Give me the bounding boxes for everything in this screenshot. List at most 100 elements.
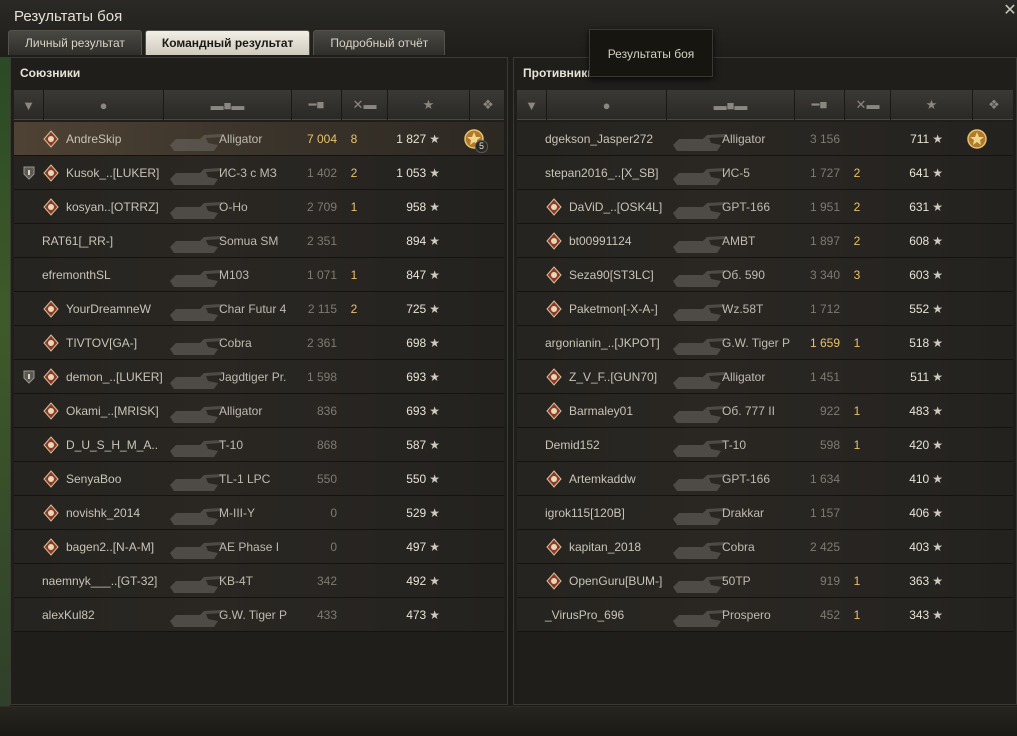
xp-number: 711 xyxy=(910,132,930,146)
star-icon: ★ xyxy=(932,132,943,146)
player-name[interactable]: naemnyk___..[GT-32] xyxy=(42,574,157,588)
player-name[interactable]: TIVTOV[GA-] xyxy=(66,336,137,350)
player-name[interactable]: D_U_S_H_M_A.. xyxy=(66,438,158,452)
player-row[interactable]: efremonthSL M103 1 071 1 847 ★ xyxy=(14,258,504,292)
player-name[interactable]: Okami_..[MRISK] xyxy=(66,404,159,418)
player-row[interactable]: TIVTOV[GA-] Cobra 2 361 698 ★ xyxy=(14,326,504,360)
player-row[interactable]: DaViD_..[OSK4L] GPT-166 1 951 2 631 ★ xyxy=(517,190,1013,224)
player-name[interactable]: kosyan..[OTRRZ] xyxy=(66,200,159,214)
player-name[interactable]: stepan2016_..[X_SB] xyxy=(545,166,658,180)
player-name[interactable]: demon_..[LUKER] xyxy=(66,370,163,384)
player-row[interactable]: Seza90[ST3LC] Об. 590 3 340 3 603 ★ xyxy=(517,258,1013,292)
player-row[interactable]: Barmaley01 Об. 777 II 922 1 483 ★ xyxy=(517,394,1013,428)
player-row[interactable]: _VirusPro_696 Prospero 452 1 343 ★ xyxy=(517,598,1013,632)
tank-icon: ▬■▬ xyxy=(210,97,245,113)
player-row[interactable]: naemnyk___..[GT-32] KB-4T 342 492 ★ xyxy=(14,564,504,598)
player-row[interactable]: SenyaBoo TL-1 LPC 550 550 ★ xyxy=(14,462,504,496)
player-row[interactable]: AndreSkip Alligator 7 004 8 1 827 ★ 5 xyxy=(14,122,504,156)
player-name[interactable]: RAT61[_RR-] xyxy=(42,234,113,248)
player-row[interactable]: Z_V_F..[GUN70] Alligator 1 451 511 ★ xyxy=(517,360,1013,394)
player-row[interactable]: novishk_2014 M-III-Y 0 529 ★ xyxy=(14,496,504,530)
star-icon: ★ xyxy=(429,608,440,622)
player-row[interactable]: kapitan_2018 Cobra 2 425 403 ★ xyxy=(517,530,1013,564)
tank-silhouette-icon xyxy=(166,261,226,289)
xp-number: 1 827 xyxy=(396,132,427,146)
player-row[interactable]: Demid152 T-10 598 1 420 ★ xyxy=(517,428,1013,462)
player-name[interactable]: Paketmon[-X-A-] xyxy=(569,302,658,316)
player-row[interactable]: D_U_S_H_M_A.. T-10 868 587 ★ xyxy=(14,428,504,462)
player-name[interactable]: DaViD_..[OSK4L] xyxy=(569,200,662,214)
xp-column-header[interactable]: ★ xyxy=(388,90,470,120)
damage-value: 1 451 xyxy=(809,370,840,384)
player-row[interactable]: YourDreamneW Char Futur 4 2 115 2 725 ★ xyxy=(14,292,504,326)
player-row[interactable]: bagen2..[N-A-M] AE Phase I 0 497 ★ xyxy=(14,530,504,564)
player-name[interactable]: SenyaBoo xyxy=(66,472,121,486)
player-name[interactable]: dgekson_Jasper272 xyxy=(545,132,653,146)
player-name[interactable]: YourDreamneW xyxy=(66,302,151,316)
player-name[interactable]: igrok115[120B] xyxy=(545,506,625,520)
xp-number: 550 xyxy=(406,472,427,486)
player-name[interactable]: Barmaley01 xyxy=(569,404,633,418)
player-name[interactable]: Artemkaddw xyxy=(569,472,636,486)
star-icon: ★ xyxy=(429,268,440,282)
player-row[interactable]: Paketmon[-X-A-] Wz.58T 1 712 552 ★ xyxy=(517,292,1013,326)
tank-name: Jagdtiger Pr. xyxy=(219,370,287,384)
player-name[interactable]: AndreSkip xyxy=(66,132,121,146)
tank-silhouette-icon xyxy=(669,533,729,561)
player-name[interactable]: bt00991124 xyxy=(569,234,632,248)
close-icon[interactable]: ✕ xyxy=(1003,3,1017,19)
damage-column-header[interactable]: ━■ xyxy=(292,90,342,120)
player-row[interactable]: Kusok_..[LUKER] ИС-3 с МЗ 1 402 2 1 053 ★ xyxy=(14,156,504,190)
damage-value: 3 156 xyxy=(809,132,840,146)
player-name[interactable]: argonianin_..[JKPOT] xyxy=(545,336,660,350)
player-row[interactable]: kosyan..[OTRRZ] O-Ho 2 709 1 958 ★ xyxy=(14,190,504,224)
player-name[interactable]: Kusok_..[LUKER] xyxy=(66,166,159,180)
tab-personal-result[interactable]: Личный результат xyxy=(8,30,142,55)
player-column-header[interactable]: ● xyxy=(44,90,164,120)
player-name[interactable]: OpenGuru[BUM-] xyxy=(569,574,662,588)
clan-emblem-icon xyxy=(545,198,563,216)
player-row[interactable]: Okami_..[MRISK] Alligator 836 693 ★ xyxy=(14,394,504,428)
xp-column-header[interactable]: ★ xyxy=(891,90,973,120)
tab-team-result[interactable]: Командный результат xyxy=(144,30,311,55)
star-icon: ★ xyxy=(932,404,943,418)
rank-column-header[interactable]: ▼ xyxy=(14,90,44,120)
star-icon: ★ xyxy=(932,574,943,588)
player-name[interactable]: kapitan_2018 xyxy=(569,540,641,554)
player-name[interactable]: Demid152 xyxy=(545,438,600,452)
tab-detailed-report[interactable]: Подробный отчёт xyxy=(313,30,446,55)
player-row[interactable]: bt00991124 AMBT 1 897 2 608 ★ xyxy=(517,224,1013,258)
rank-column-header[interactable]: ▼ xyxy=(517,90,547,120)
tank-column-header[interactable]: ▬■▬ xyxy=(164,90,292,120)
medal-icon[interactable]: 5 xyxy=(462,127,488,153)
kills-column-header[interactable]: ✕▬ xyxy=(845,90,891,120)
player-column-header[interactable]: ● xyxy=(547,90,667,120)
clan-emblem-icon xyxy=(545,368,563,386)
kills-column-header[interactable]: ✕▬ xyxy=(342,90,388,120)
player-row[interactable]: demon_..[LUKER] Jagdtiger Pr. 1 598 693 ★ xyxy=(14,360,504,394)
player-row[interactable]: argonianin_..[JKPOT] G.W. Tiger P 1 659 1 51… xyxy=(517,326,1013,360)
player-row[interactable]: dgekson_Jasper272 Alligator 3 156 711 ★ xyxy=(517,122,1013,156)
player-row[interactable]: stepan2016_..[X_SB] ИС-5 1 727 2 641 ★ xyxy=(517,156,1013,190)
player-row[interactable]: RAT61[_RR-] Somua SM 2 351 894 ★ xyxy=(14,224,504,258)
player-name[interactable]: _VirusPro_696 xyxy=(545,608,624,622)
bottom-bar xyxy=(0,706,1017,736)
player-name[interactable]: efremonthSL xyxy=(42,268,111,282)
xp-number: 608 xyxy=(909,234,930,248)
player-row[interactable]: OpenGuru[BUM-] 50TP 919 1 363 ★ xyxy=(517,564,1013,598)
player-row[interactable]: alexKul82 G.W. Tiger P 433 473 ★ xyxy=(14,598,504,632)
medal-column-header[interactable]: ❖ xyxy=(470,90,506,120)
player-name[interactable]: bagen2..[N-A-M] xyxy=(66,540,154,554)
player-row[interactable]: igrok115[120B] Drakkar 1 157 406 ★ xyxy=(517,496,1013,530)
allies-rows: AndreSkip Alligator 7 004 8 1 827 ★ 5 Kusok_..[… xyxy=(14,122,504,632)
tank-name: Cobra xyxy=(722,540,755,554)
player-name[interactable]: novishk_2014 xyxy=(66,506,140,520)
player-row[interactable]: Artemkaddw GPT-166 1 634 410 ★ xyxy=(517,462,1013,496)
medal-icon[interactable] xyxy=(965,127,989,151)
damage-column-header[interactable]: ━■ xyxy=(795,90,845,120)
player-name[interactable]: Z_V_F..[GUN70] xyxy=(569,370,657,384)
player-name[interactable]: alexKul82 xyxy=(42,608,95,622)
player-name[interactable]: Seza90[ST3LC] xyxy=(569,268,654,282)
medal-column-header[interactable]: ❖ xyxy=(973,90,1015,120)
tank-column-header[interactable]: ▬■▬ xyxy=(667,90,795,120)
